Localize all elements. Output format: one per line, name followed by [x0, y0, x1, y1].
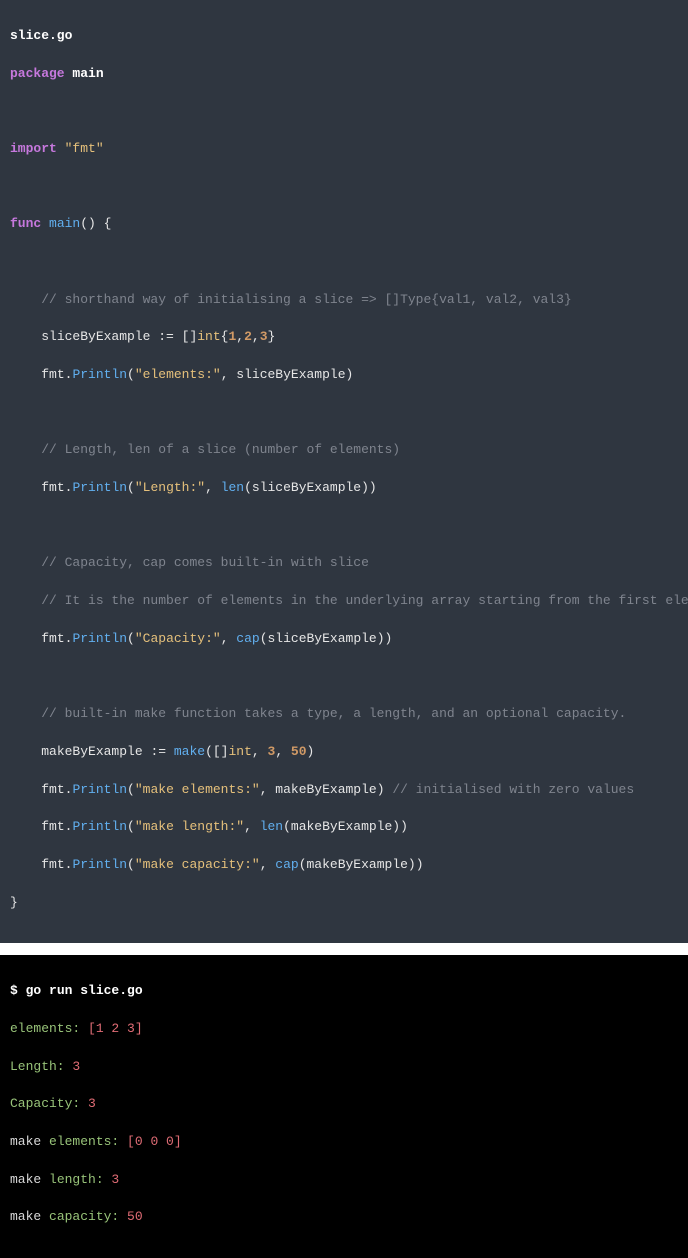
shell-command: go run slice.go [26, 983, 143, 998]
comment: // built-in make function takes a type, … [41, 706, 626, 721]
output-label: length: [49, 1172, 104, 1187]
package-name: main [72, 66, 103, 81]
output-value: [0 0 0] [119, 1134, 181, 1149]
keyword-import: import [10, 141, 57, 156]
terminal-output-block: $ go run slice.go elements: [1 2 3] Leng… [0, 955, 688, 1258]
output-label: elements: [10, 1021, 80, 1036]
func-name: main [49, 216, 80, 231]
comment: // It is the number of elements in the u… [41, 593, 688, 608]
output-label: capacity: [49, 1209, 119, 1224]
comment: // shorthand way of initialising a slice… [41, 292, 572, 307]
output-label: elements: [49, 1134, 119, 1149]
output-value: 50 [119, 1209, 142, 1224]
comment: // Capacity, cap comes built-in with sli… [41, 555, 369, 570]
output-value: 3 [104, 1172, 120, 1187]
output-value: [1 2 3] [80, 1021, 142, 1036]
output-value: 3 [65, 1059, 81, 1074]
filename: slice.go [10, 28, 72, 43]
shell-prompt: $ [10, 983, 26, 998]
keyword-func: func [10, 216, 41, 231]
fmt-println: Println [72, 367, 127, 382]
source-code-block: slice.go package main import "fmt" func … [0, 0, 688, 943]
output-value: 3 [80, 1096, 96, 1111]
output-label: Length: [10, 1059, 65, 1074]
keyword-package: package [10, 66, 65, 81]
import-path: "fmt" [65, 141, 104, 156]
identifier: sliceByExample [41, 329, 150, 344]
output-label: Capacity: [10, 1096, 80, 1111]
comment: // Length, len of a slice (number of ele… [41, 442, 400, 457]
